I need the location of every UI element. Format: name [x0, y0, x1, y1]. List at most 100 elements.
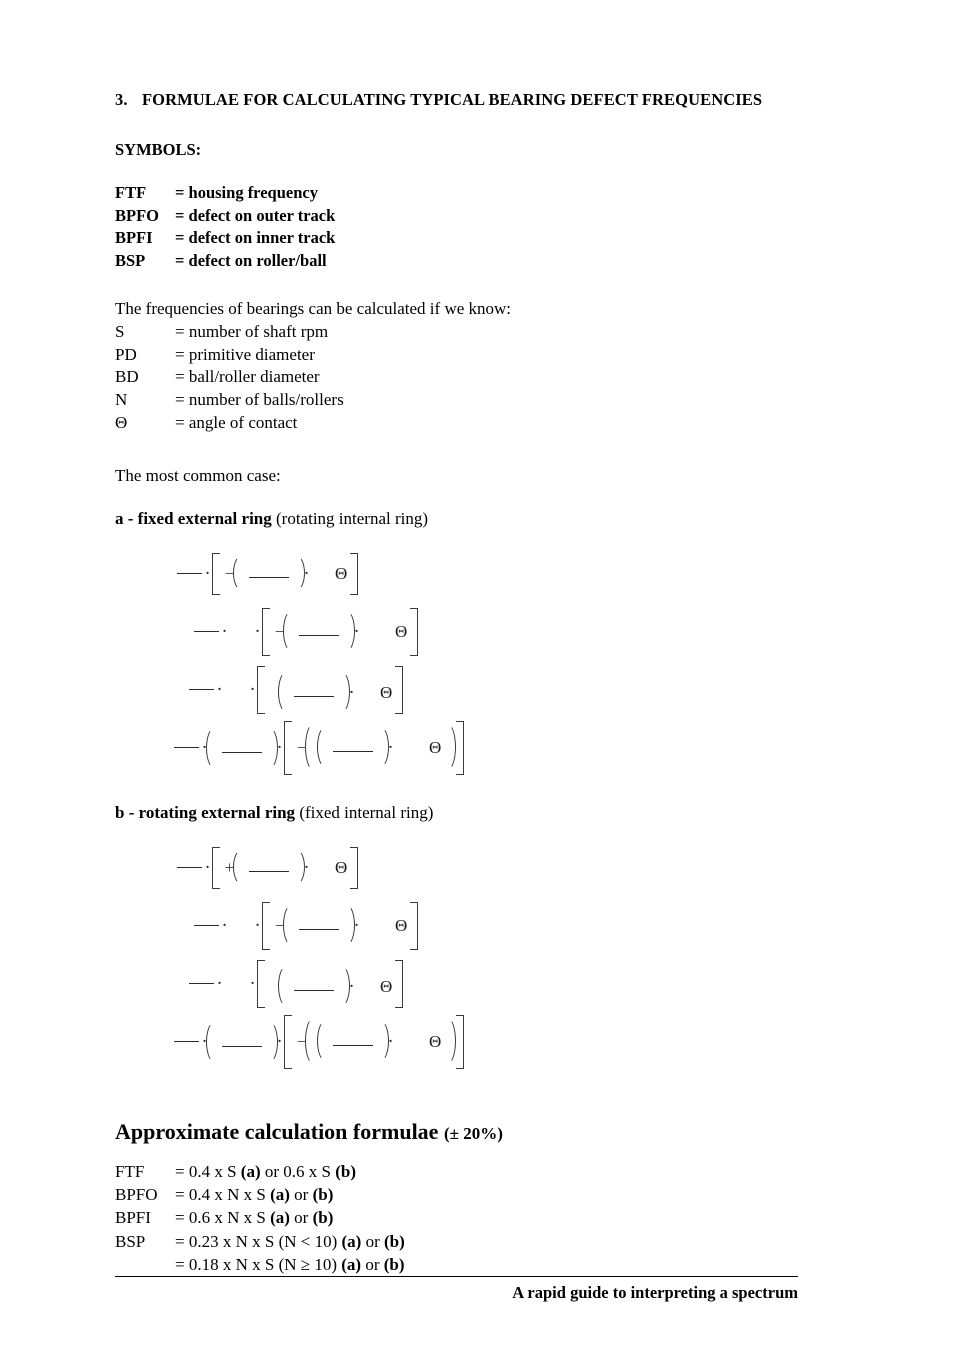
- definition-term: BSP: [115, 250, 146, 270]
- fraction-bar: [189, 983, 214, 985]
- definition-row: BPFI = defect on inner track: [115, 227, 815, 249]
- square-bracket: + Θ: [212, 846, 359, 888]
- theta-symbol: Θ: [335, 563, 348, 583]
- multiply-dot: [220, 622, 229, 641]
- fraction-bar: [294, 696, 334, 698]
- parenthesis: [206, 1020, 278, 1063]
- parenthesis-inner: [317, 1020, 389, 1063]
- parenthesis: [283, 904, 355, 947]
- definition-row: BPFO = defect on outer track: [115, 205, 815, 227]
- variable-definition-list: S = number of shaft rpm PD = primitive d…: [115, 321, 815, 435]
- symbol-definition-list: FTF = housing frequency BPFO = defect on…: [115, 182, 815, 272]
- theta-symbol: Θ: [335, 857, 348, 877]
- approximate-heading-suffix: (± 20%): [443, 1123, 503, 1143]
- square-bracket: − Θ: [262, 901, 419, 949]
- definition-text: = angle of contact: [175, 413, 298, 432]
- fraction-bar: [299, 635, 339, 637]
- formula-row-bpfo: − Θ: [115, 897, 815, 955]
- fraction-bar: [194, 631, 219, 633]
- formula-row-bpfi: Θ: [115, 661, 815, 719]
- approximate-row: BSP = 0.23 x N x S (N < 10) (a) or (b): [115, 1230, 815, 1253]
- definition-row: Θ = angle of contact: [115, 412, 815, 435]
- formula-row-bsp: − Θ: [115, 1013, 815, 1071]
- fraction-bar: [294, 990, 334, 992]
- definition-text: = number of balls/rollers: [175, 390, 344, 410]
- case-b-note: (fixed internal ring): [299, 802, 434, 822]
- definition-text: = housing frequency: [175, 183, 318, 203]
- approximate-row: BPFI = 0.6 x N x S (a) or (b): [115, 1206, 815, 1229]
- fraction-bar: [194, 925, 219, 927]
- section-heading: 3. FORMULAE FOR CALCULATING TYPICAL BEAR…: [115, 88, 815, 111]
- definition-row: S = number of shaft rpm: [115, 321, 815, 344]
- fraction-bar: [189, 689, 214, 691]
- fraction-bar: [174, 1041, 199, 1043]
- definition-term: BPFI: [115, 228, 153, 248]
- theta-symbol: Θ: [395, 915, 408, 935]
- definition-term: PD: [115, 344, 137, 364]
- multiply-dot: [220, 916, 229, 935]
- approximate-body: = 0.6 x N x S (a) or (b): [175, 1208, 334, 1228]
- definition-term: S: [115, 321, 125, 341]
- formula-row-bpfi: Θ: [115, 955, 815, 1013]
- theta-symbol: Θ: [395, 621, 408, 641]
- case-a-note: (rotating internal ring): [276, 508, 429, 528]
- multiply-dot: [248, 680, 257, 699]
- parenthesis-outer: Θ: [304, 1017, 457, 1066]
- formula-row-ftf: − Θ: [115, 545, 815, 603]
- parenthesis-inner: [317, 726, 389, 769]
- case-a-label: a - fixed external ring: [115, 508, 272, 528]
- common-case-paragraph: The most common case:: [115, 465, 281, 485]
- footer-divider: [115, 1276, 798, 1277]
- square-bracket: Θ: [257, 959, 404, 1008]
- section-number: 3.: [115, 90, 128, 109]
- fraction-bar: [177, 573, 202, 575]
- approximate-body: = 0.4 x S (a) or 0.6 x S (b): [175, 1161, 357, 1181]
- multiply-dot: [215, 974, 224, 993]
- parenthesis: [278, 671, 350, 714]
- parenthesis: [233, 555, 305, 592]
- approximate-term: [115, 1253, 175, 1276]
- definition-row: N = number of balls/rollers: [115, 389, 815, 412]
- symbols-heading: SYMBOLS:: [115, 140, 202, 160]
- fraction-bar: [222, 751, 262, 753]
- approximate-term: BPFO: [115, 1185, 158, 1205]
- definition-row: BD = ball/roller diameter: [115, 366, 815, 389]
- definition-term: FTF: [115, 183, 147, 203]
- approximate-body: = 0.4 x N x S (a) or (b): [175, 1185, 334, 1205]
- approximate-row: BPFO = 0.4 x N x S (a) or (b): [115, 1183, 815, 1206]
- definition-text: = ball/roller diameter: [175, 367, 320, 387]
- definition-term: N: [115, 390, 128, 410]
- case-a-formulas: − Θ −: [115, 545, 815, 777]
- parenthesis: [206, 726, 278, 769]
- fraction-bar: [249, 871, 289, 873]
- multiply-dot: [203, 858, 212, 877]
- approximate-heading-main: Approximate calculation formulae: [115, 1118, 439, 1144]
- definition-text: = defect on inner track: [175, 228, 336, 248]
- fraction-bar: [177, 867, 202, 869]
- page-content: 3. FORMULAE FOR CALCULATING TYPICAL BEAR…: [115, 88, 815, 1276]
- formula-row-ftf: + Θ: [115, 839, 815, 897]
- fraction-bar: [174, 747, 199, 749]
- multiply-dot: [248, 974, 257, 993]
- intro-paragraph: The frequencies of bearings can be calcu…: [115, 299, 512, 319]
- multiply-dot: [253, 916, 262, 935]
- definition-term-theta: Θ: [115, 413, 128, 432]
- multiply-dot: [203, 564, 212, 583]
- definition-text: = defect on outer track: [175, 205, 336, 225]
- case-b-heading: b - rotating external ring (fixed intern…: [115, 803, 815, 823]
- footer-text: A rapid guide to interpreting a spectrum: [512, 1283, 798, 1302]
- multiply-dot: [215, 680, 224, 699]
- approximate-body: = 0.18 x N x S (N ≥ 10) (a) or (b): [175, 1255, 405, 1275]
- document-page: 3. FORMULAE FOR CALCULATING TYPICAL BEAR…: [0, 0, 954, 1350]
- square-bracket: − Θ: [262, 607, 419, 655]
- definition-row: PD = primitive diameter: [115, 344, 815, 367]
- theta-symbol: Θ: [429, 1031, 442, 1051]
- approximate-row-continuation: = 0.18 x N x S (N ≥ 10) (a) or (b): [115, 1253, 815, 1276]
- definition-row: BSP = defect on roller/ball: [115, 250, 815, 272]
- case-b-formulas: + Θ −: [115, 839, 815, 1071]
- approximate-term: BSP: [115, 1231, 146, 1251]
- approximate-term: FTF: [115, 1161, 145, 1181]
- approximate-formula-list: FTF = 0.4 x S (a) or 0.6 x S (b) BPFO = …: [115, 1160, 815, 1276]
- case-b-label: b - rotating external ring: [115, 802, 296, 822]
- section-title: FORMULAE FOR CALCULATING TYPICAL BEARING…: [142, 90, 763, 109]
